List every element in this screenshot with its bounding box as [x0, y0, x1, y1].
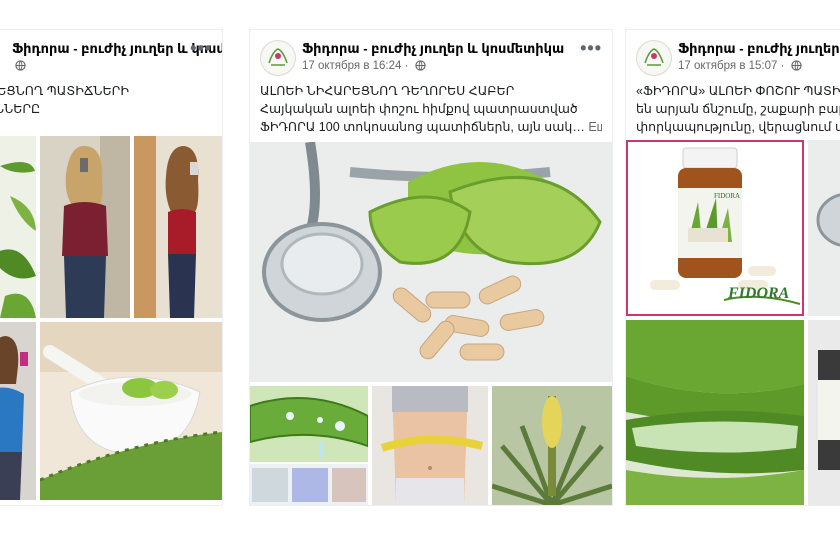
aloe-leaves-photo[interactable] — [0, 136, 36, 318]
post-time[interactable]: 17 октября в 15:07 · — [678, 60, 784, 72]
more-options-icon[interactable]: ••• — [190, 38, 212, 59]
globe-icon — [15, 60, 26, 71]
page-name-link[interactable]: Ֆիդորա - բուժիչ յուղեր և կոսմետիկա — [678, 41, 840, 57]
stethoscope-partial-photo[interactable] — [808, 140, 840, 316]
woman-mirror-selfie-photo[interactable] — [0, 322, 36, 500]
page-name-link[interactable]: Ֆիդորա - բուժիչ յուղեր և կոսմետիկա — [302, 41, 564, 57]
page-avatar[interactable] — [636, 40, 672, 76]
fidora-logo-icon — [262, 42, 294, 74]
fidora-logo-text: FIDORA — [727, 285, 790, 302]
fidora-capsule-jar-photo[interactable]: FIDORA FIDORA — [626, 140, 804, 316]
post-meta: 17 октября в 15:07 · — [678, 60, 802, 72]
aloe-treatment-strip-photo[interactable] — [250, 464, 368, 505]
see-more-link[interactable]: Ещё — [588, 120, 602, 134]
post-header: Ֆիդորա - բուժիչ յուղեր և կոսմետիկա ••• — [0, 38, 222, 80]
post-header: Ֆիդորա - բուժիչ յուղեր և կոսմետիկա 17 ок… — [260, 38, 602, 80]
post-text: ՀԱՐԵՑՆՈՂ ՊԱՏԻՃՆԵՐԻ ՅՈՒՆՆԵՐԸ — [0, 84, 129, 116]
more-options-icon[interactable]: ••• — [580, 38, 602, 59]
post-meta — [12, 60, 26, 72]
globe-icon — [414, 60, 426, 71]
jar-partial-photo[interactable] — [808, 320, 840, 505]
aloe-gel-drops-photo[interactable] — [250, 386, 368, 462]
post-card-middle: Ֆիդորա - բուժիչ յուղեր և կոսմետիկա 17 ок… — [250, 30, 612, 505]
post-header: Ֆիդորա - բուժիչ յուղեր և կոսմետիկա 17 ок… — [636, 38, 840, 80]
aloe-leaf-slices-photo[interactable] — [626, 320, 804, 505]
post-card-right: Ֆիդորա - բուժիչ յուղեր և կոսմետիկա 17 ок… — [626, 30, 840, 505]
woman-before-photo[interactable] — [40, 136, 130, 318]
post-meta: 17 октября в 16:24 · — [302, 60, 426, 72]
page-avatar[interactable] — [260, 40, 296, 76]
post-text: ԱԼՈԵԻ ՆԻՀԱՐԵՑՆՈՂ ԴԵՂՈՐԵՍ ՀԱԲԵՐ Հայկական … — [260, 82, 602, 136]
measuring-tape-waist-photo[interactable] — [372, 386, 488, 505]
aloe-flower-photo[interactable] — [492, 386, 612, 505]
post-card-left: Ֆիդորա - բուժիչ յուղեր և կոսմետիկա ••• Հ… — [0, 30, 222, 505]
svg-text:FIDORA: FIDORA — [714, 192, 740, 200]
post-text: «ՖԻԴՈՐԱ» ԱԼՈԵԻ ՓՈՇՈՒ ՊԱՏԻՃ են արյան ճնշո… — [636, 84, 840, 134]
globe-icon — [790, 60, 802, 71]
woman-after-photo[interactable] — [134, 136, 222, 318]
post-time[interactable]: 17 октября в 16:24 · — [302, 60, 408, 72]
mortar-aloe-photo[interactable] — [40, 322, 222, 500]
fidora-logo-icon — [638, 42, 670, 74]
stethoscope-capsules-aloe-photo[interactable] — [250, 142, 612, 382]
